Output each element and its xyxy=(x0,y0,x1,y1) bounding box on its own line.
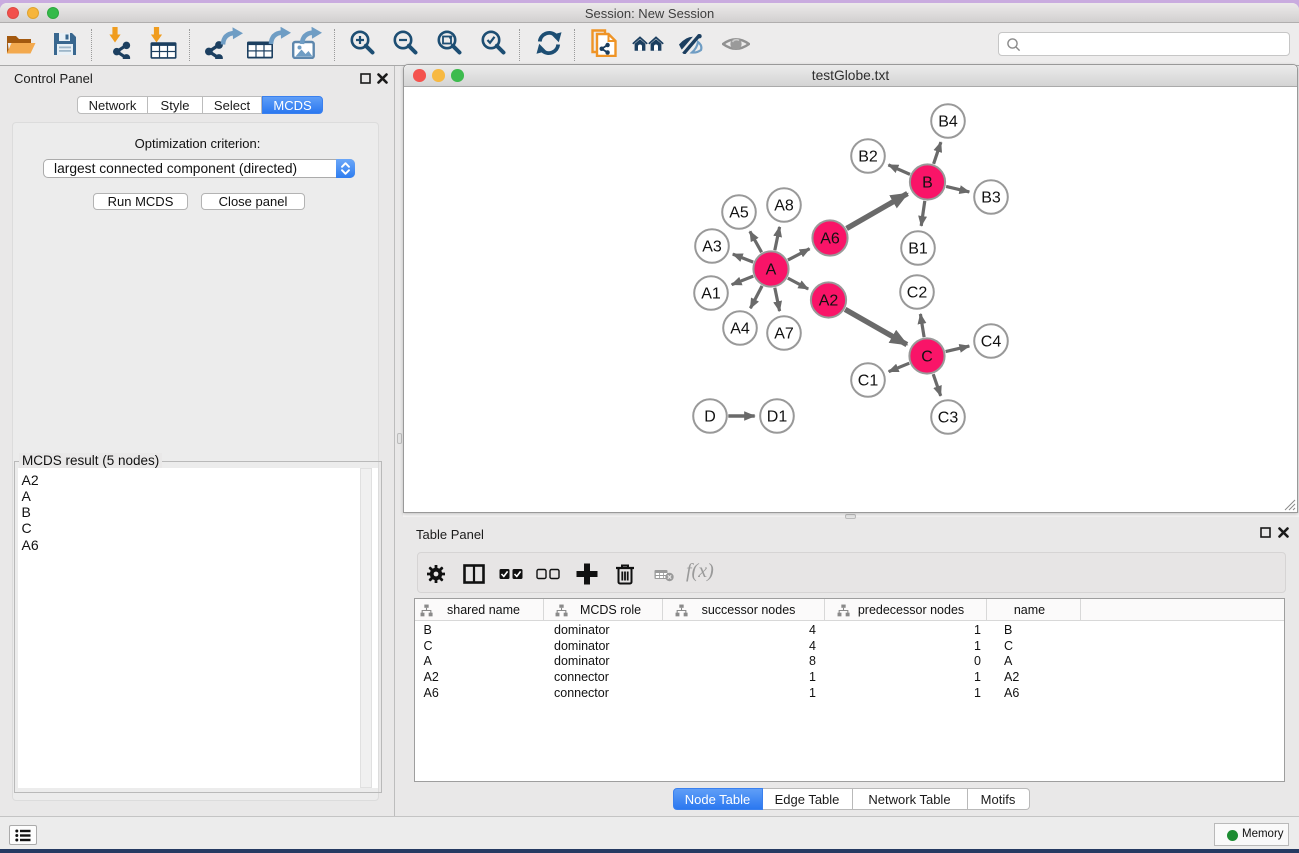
svg-text:C1: C1 xyxy=(858,373,879,390)
svg-text:A6: A6 xyxy=(820,231,840,248)
svg-text:B3: B3 xyxy=(981,190,1001,207)
svg-text:B2: B2 xyxy=(858,149,878,166)
svg-text:A5: A5 xyxy=(729,205,749,222)
svg-text:D1: D1 xyxy=(767,409,788,426)
svg-text:A: A xyxy=(766,262,777,279)
svg-text:D: D xyxy=(704,409,716,426)
svg-text:A2: A2 xyxy=(819,293,839,310)
svg-text:C: C xyxy=(921,349,933,366)
svg-text:A3: A3 xyxy=(702,239,722,256)
svg-text:C2: C2 xyxy=(907,285,928,302)
svg-text:C3: C3 xyxy=(938,410,959,427)
svg-text:A1: A1 xyxy=(701,286,721,303)
svg-text:A8: A8 xyxy=(774,198,794,215)
svg-text:B4: B4 xyxy=(938,114,958,131)
svg-text:B: B xyxy=(922,175,933,192)
svg-text:B1: B1 xyxy=(908,241,928,258)
svg-text:C4: C4 xyxy=(981,334,1002,351)
svg-text:A4: A4 xyxy=(730,321,750,338)
svg-text:A7: A7 xyxy=(774,326,794,343)
